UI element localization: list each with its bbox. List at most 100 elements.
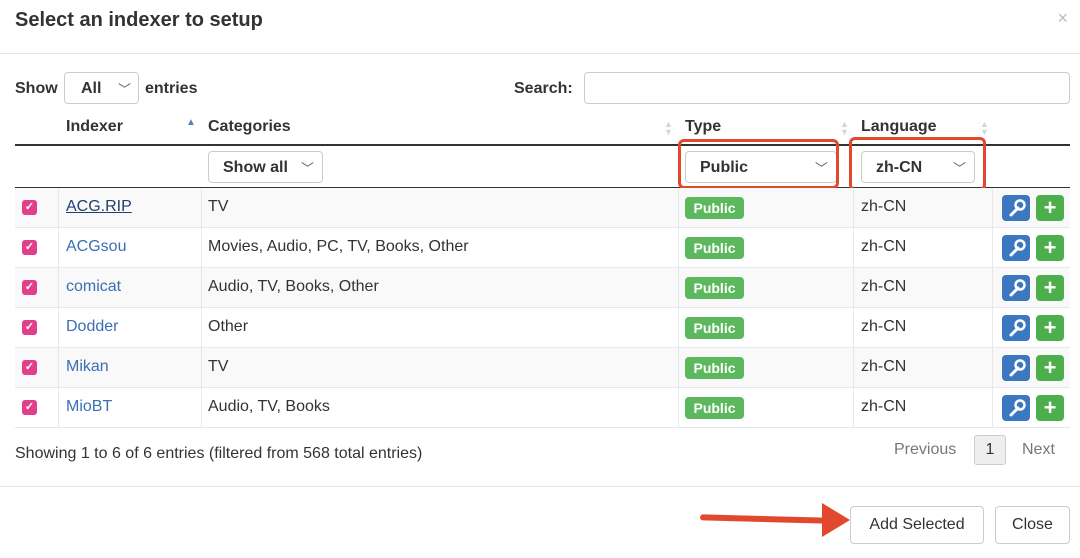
row-categories: Audio, TV, Books: [208, 398, 330, 415]
wrench-icon: [1009, 279, 1026, 297]
sort-icon: ▲ ▼: [664, 119, 673, 137]
cell-divider: [992, 188, 993, 228]
row-categories: Other: [208, 318, 249, 335]
type-filter-highlight: [678, 139, 839, 189]
indexer-link[interactable]: comicat: [66, 278, 121, 296]
modal-header: Select an indexer to setup ×: [0, 0, 1080, 54]
search-label: Search:: [514, 80, 573, 97]
cell-divider: [58, 188, 59, 228]
entries-length-select[interactable]: All ﹀: [64, 72, 139, 104]
add-selected-button[interactable]: Add Selected: [850, 506, 984, 544]
cell-divider: [58, 348, 59, 388]
row-categories: Audio, TV, Books, Other: [208, 278, 379, 295]
cell-divider: [678, 388, 679, 428]
pagination-page-1[interactable]: 1: [974, 435, 1006, 465]
wrench-icon: [1009, 199, 1026, 217]
sort-asc-icon: ▲: [186, 117, 196, 128]
cell-divider: [853, 268, 854, 308]
categories-filter-select[interactable]: Show all ﹀: [208, 151, 323, 183]
table-row[interactable]: ✓ Dodder Other Public zh-CN +: [15, 308, 1070, 348]
wrench-icon: [1009, 319, 1026, 337]
indexer-link[interactable]: ACGsou: [66, 238, 126, 256]
plus-icon: +: [1043, 355, 1057, 380]
table-row[interactable]: ✓ Mikan TV Public zh-CN +: [15, 348, 1070, 388]
close-button[interactable]: Close: [995, 506, 1070, 544]
annotation-arrow-shaft: [699, 514, 829, 524]
configure-button[interactable]: [1002, 195, 1030, 221]
add-indexer-button[interactable]: +: [1036, 195, 1064, 221]
configure-button[interactable]: [1002, 315, 1030, 341]
sort-icon: ▲ ▼: [840, 119, 849, 137]
table-info: Showing 1 to 6 of 6 entries (filtered fr…: [15, 445, 423, 462]
table-row[interactable]: ✓ ACG.RIP TV Public zh-CN +: [15, 188, 1070, 228]
row-language: zh-CN: [861, 238, 907, 255]
cell-divider: [853, 348, 854, 388]
configure-button[interactable]: [1002, 395, 1030, 421]
add-indexer-button[interactable]: +: [1036, 395, 1064, 421]
close-icon[interactable]: ×: [1057, 8, 1068, 29]
entries-label: entries: [145, 80, 198, 97]
cell-divider: [992, 228, 993, 268]
indexer-link[interactable]: ACG.RIP: [66, 198, 132, 216]
configure-button[interactable]: [1002, 355, 1030, 381]
cell-divider: [201, 348, 202, 388]
table-row[interactable]: ✓ MioBT Audio, TV, Books Public zh-CN +: [15, 388, 1070, 428]
modal-title: Select an indexer to setup: [15, 9, 263, 31]
type-badge: Public: [685, 357, 744, 379]
cell-divider: [678, 308, 679, 348]
row-language: zh-CN: [861, 358, 907, 375]
indexer-link[interactable]: Mikan: [66, 358, 109, 376]
chevron-down-icon: ﹀: [300, 161, 314, 176]
configure-button[interactable]: [1002, 235, 1030, 261]
search-input[interactable]: [584, 72, 1070, 104]
language-filter-highlight: [849, 137, 986, 191]
indexer-link[interactable]: MioBT: [66, 398, 112, 416]
cell-divider: [992, 308, 993, 348]
show-label: Show: [15, 80, 58, 97]
table-row[interactable]: ✓ ACGsou Movies, Audio, PC, TV, Books, O…: [15, 228, 1070, 268]
cell-divider: [853, 228, 854, 268]
wrench-icon: [1009, 399, 1026, 417]
plus-icon: +: [1043, 235, 1057, 260]
cell-divider: [992, 348, 993, 388]
row-language: zh-CN: [861, 318, 907, 335]
row-checkbox[interactable]: ✓: [22, 400, 37, 415]
cell-divider: [201, 228, 202, 268]
pagination-next[interactable]: Next: [1022, 441, 1055, 459]
row-language: zh-CN: [861, 278, 907, 295]
sort-icon: ▲ ▼: [980, 119, 989, 137]
wrench-icon: [1009, 359, 1026, 377]
pagination-previous[interactable]: Previous: [894, 441, 956, 459]
row-checkbox[interactable]: ✓: [22, 280, 37, 295]
categories-filter-value: Show all: [223, 159, 288, 176]
configure-button[interactable]: [1002, 275, 1030, 301]
row-checkbox[interactable]: ✓: [22, 360, 37, 375]
add-indexer-button[interactable]: +: [1036, 235, 1064, 261]
type-badge: Public: [685, 317, 744, 339]
row-checkbox[interactable]: ✓: [22, 200, 37, 215]
table-toolbar: Show All ﹀ entries Search:: [0, 70, 1080, 106]
column-header-type[interactable]: Type: [685, 118, 721, 136]
plus-icon: +: [1043, 195, 1057, 220]
row-checkbox[interactable]: ✓: [22, 320, 37, 335]
add-indexer-button[interactable]: +: [1036, 275, 1064, 301]
add-indexer-button[interactable]: +: [1036, 315, 1064, 341]
column-header-categories[interactable]: Categories: [208, 118, 291, 136]
entries-length-value: All: [81, 80, 102, 97]
cell-divider: [201, 268, 202, 308]
cell-divider: [678, 228, 679, 268]
row-language: zh-CN: [861, 198, 907, 215]
row-categories: TV: [208, 198, 229, 215]
row-checkbox[interactable]: ✓: [22, 240, 37, 255]
cell-divider: [58, 268, 59, 308]
column-header-language[interactable]: Language: [861, 118, 937, 136]
cell-divider: [853, 388, 854, 428]
type-badge: Public: [685, 197, 744, 219]
indexer-link[interactable]: Dodder: [66, 318, 118, 336]
add-indexer-button[interactable]: +: [1036, 355, 1064, 381]
table-row[interactable]: ✓ comicat Audio, TV, Books, Other Public…: [15, 268, 1070, 308]
type-badge: Public: [685, 397, 744, 419]
type-badge: Public: [685, 277, 744, 299]
column-header-indexer[interactable]: Indexer: [66, 118, 123, 136]
row-language: zh-CN: [861, 398, 907, 415]
